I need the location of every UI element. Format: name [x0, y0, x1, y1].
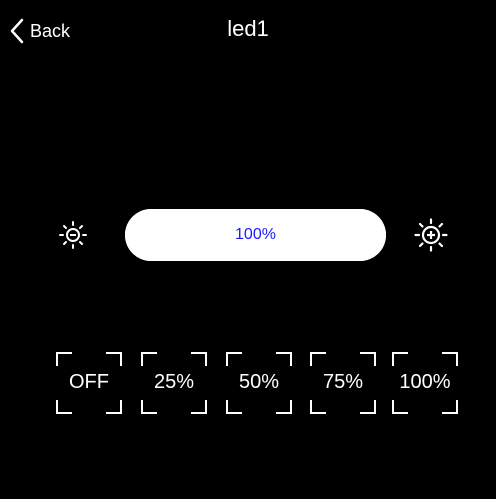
page-title: led1 [227, 16, 269, 41]
preset-75-button[interactable]: 75% [310, 352, 376, 414]
preset-100-button[interactable]: 100% [392, 352, 458, 414]
brightness-control: 100% [0, 205, 496, 265]
preset-label: OFF [69, 371, 109, 393]
brightness-value: 100% [235, 226, 276, 243]
preset-off-button[interactable]: OFF [56, 352, 122, 414]
preset-label: 75% [322, 371, 364, 393]
brightness-slider[interactable]: 100% [125, 209, 386, 261]
preset-label: 25% [153, 371, 195, 393]
header-bar: Back led1 [0, 0, 496, 60]
preset-label: 100% [399, 371, 451, 393]
preset-50-button[interactable]: 50% [226, 352, 292, 414]
preset-buttons: OFF 25% 50% 75% 100% [56, 352, 460, 416]
preset-label: 50% [238, 371, 280, 393]
sun-plus-icon[interactable] [414, 218, 448, 252]
preset-25-button[interactable]: 25% [141, 352, 207, 414]
sun-minus-icon[interactable] [58, 220, 88, 250]
